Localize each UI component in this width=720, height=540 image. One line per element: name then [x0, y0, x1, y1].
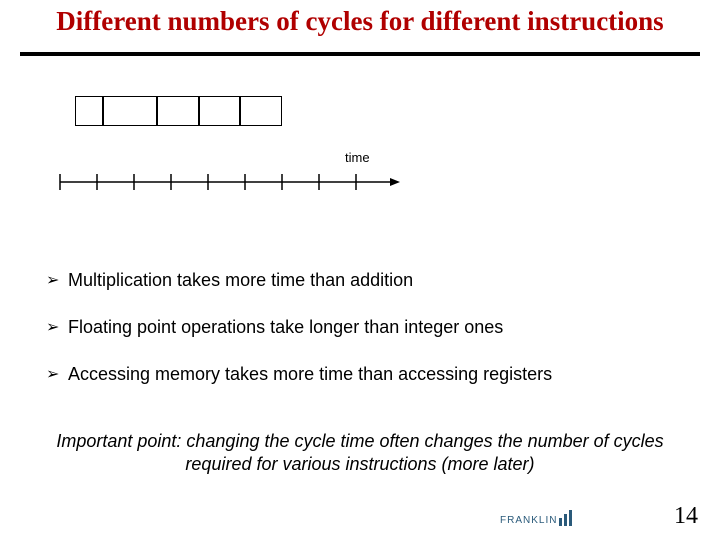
important-note: Important point: changing the cycle time… — [50, 430, 670, 475]
bullet-icon: ➢ — [46, 317, 68, 337]
franklin-logo: FRANKLIN — [500, 510, 572, 526]
title-underline — [20, 52, 700, 56]
bullet-text: Floating point operations take longer th… — [68, 317, 503, 338]
bullet-text: Accessing memory takes more time than ac… — [68, 364, 552, 385]
page-number: 14 — [674, 503, 698, 530]
logo-text: FRANKLIN — [500, 515, 557, 526]
bullet-icon: ➢ — [46, 270, 68, 290]
bullet-list: ➢ Multiplication takes more time than ad… — [46, 270, 686, 411]
list-item: ➢ Multiplication takes more time than ad… — [46, 270, 686, 291]
list-item: ➢ Accessing memory takes more time than … — [46, 364, 686, 385]
bullet-text: Multiplication takes more time than addi… — [68, 270, 413, 291]
slide-title: Different numbers of cycles for differen… — [0, 6, 720, 37]
cycle-boxes — [75, 96, 282, 126]
list-item: ➢ Floating point operations take longer … — [46, 317, 686, 338]
logo-bars-icon — [559, 510, 572, 526]
bullet-icon: ➢ — [46, 364, 68, 384]
time-axis — [58, 172, 403, 192]
time-axis-label: time — [345, 150, 370, 165]
